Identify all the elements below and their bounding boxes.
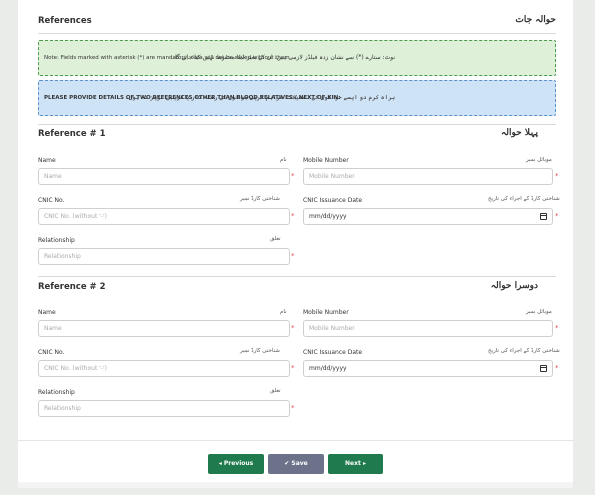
reference-2-mobile-input[interactable]: Mobile Number	[303, 320, 553, 337]
save-button[interactable]: ✔ Save	[268, 454, 324, 474]
divider	[38, 124, 556, 125]
reference-2-title-urdu: دوسرا حوالہ	[490, 281, 538, 291]
required-mark: *	[555, 212, 559, 220]
relationship-label-urdu: تعلق	[270, 236, 281, 242]
reference-1-title: Reference # 1	[38, 129, 106, 139]
cnic-label-urdu: شناختی کارڈ نمبر	[240, 196, 280, 202]
required-mark: *	[555, 324, 559, 332]
form-footer: ◂ Previous ✔ Save Next ▸	[18, 440, 573, 482]
issuance-date-label: CNIC Issuance Date	[303, 349, 363, 356]
date-value: mm/dd/yyyy	[309, 213, 347, 220]
issuance-date-label-urdu: شناختی کارڈ کے اجراء کی تاریخ	[488, 348, 560, 354]
required-mark: *	[291, 212, 295, 220]
form-card: References حوالہ جات Note: Fields marked…	[18, 0, 573, 440]
calendar-icon[interactable]	[540, 365, 547, 372]
relationship-label: Relationship	[38, 389, 75, 396]
mobile-label: Mobile Number	[303, 309, 349, 316]
section-title-urdu: حوالہ جات	[515, 15, 556, 25]
reference-2-title: Reference # 2	[38, 282, 106, 292]
mobile-label: Mobile Number	[303, 157, 349, 164]
date-value: mm/dd/yyyy	[309, 365, 347, 372]
name-label: Name	[38, 309, 56, 316]
reference-2-relationship-input[interactable]: Relationship	[38, 400, 290, 417]
reference-2-issuance-date-input[interactable]: mm/dd/yyyy	[303, 360, 553, 377]
previous-button[interactable]: ◂ Previous	[208, 454, 264, 474]
mandatory-note: Note: Fields marked with asterisk (*) ar…	[38, 40, 556, 76]
reference-2-name-input[interactable]: Name	[38, 320, 290, 337]
mandatory-note-text-urdu: نوٹ: ستارے (*) سے نشان زدہ فیلڈز لازمی ہ…	[171, 54, 395, 61]
next-button[interactable]: Next ▸	[328, 454, 383, 474]
required-mark: *	[291, 404, 295, 412]
issuance-date-label-urdu: شناختی کارڈ کے اجراء کی تاریخ	[488, 196, 560, 202]
issuance-date-label: CNIC Issuance Date	[303, 197, 363, 204]
mobile-label-urdu: موبائل نمبر	[526, 309, 552, 315]
required-mark: *	[555, 364, 559, 372]
reference-1-mobile-input[interactable]: Mobile Number	[303, 168, 553, 185]
required-mark: *	[291, 364, 295, 372]
reference-1-name-input[interactable]: Name	[38, 168, 290, 185]
card-shadow	[18, 482, 573, 488]
required-mark: *	[291, 172, 295, 180]
section-header: References حوالہ جات	[38, 10, 556, 34]
reference-1-relationship-input[interactable]: Relationship	[38, 248, 290, 265]
required-mark: *	[291, 252, 295, 260]
required-mark: *	[291, 324, 295, 332]
name-label: Name	[38, 157, 56, 164]
name-label-urdu: نام	[280, 157, 287, 163]
divider	[38, 276, 556, 277]
references-note: PLEASE PROVIDE DETAILS OF TWO REFERENCES…	[38, 80, 556, 116]
relationship-label-urdu: تعلق	[270, 388, 281, 394]
required-mark: *	[555, 172, 559, 180]
reference-1-issuance-date-input[interactable]: mm/dd/yyyy	[303, 208, 553, 225]
reference-2-cnic-input[interactable]: CNIC No. (without '-')	[38, 360, 290, 377]
relationship-label: Relationship	[38, 237, 75, 244]
mobile-label-urdu: موبائل نمبر	[526, 157, 552, 163]
calendar-icon[interactable]	[540, 213, 547, 220]
cnic-label: CNIC No.	[38, 349, 65, 356]
cnic-label-urdu: شناختی کارڈ نمبر	[240, 348, 280, 354]
references-note-text-urdu: براہ کرم دو ایسے حوالوں کی تفصیلات فراہم…	[125, 94, 395, 101]
reference-1-title-urdu: پہلا حوالہ	[500, 128, 538, 138]
name-label-urdu: نام	[280, 309, 287, 315]
section-title: References	[38, 16, 92, 26]
cnic-label: CNIC No.	[38, 197, 65, 204]
reference-1-cnic-input[interactable]: CNIC No. (without '-')	[38, 208, 290, 225]
